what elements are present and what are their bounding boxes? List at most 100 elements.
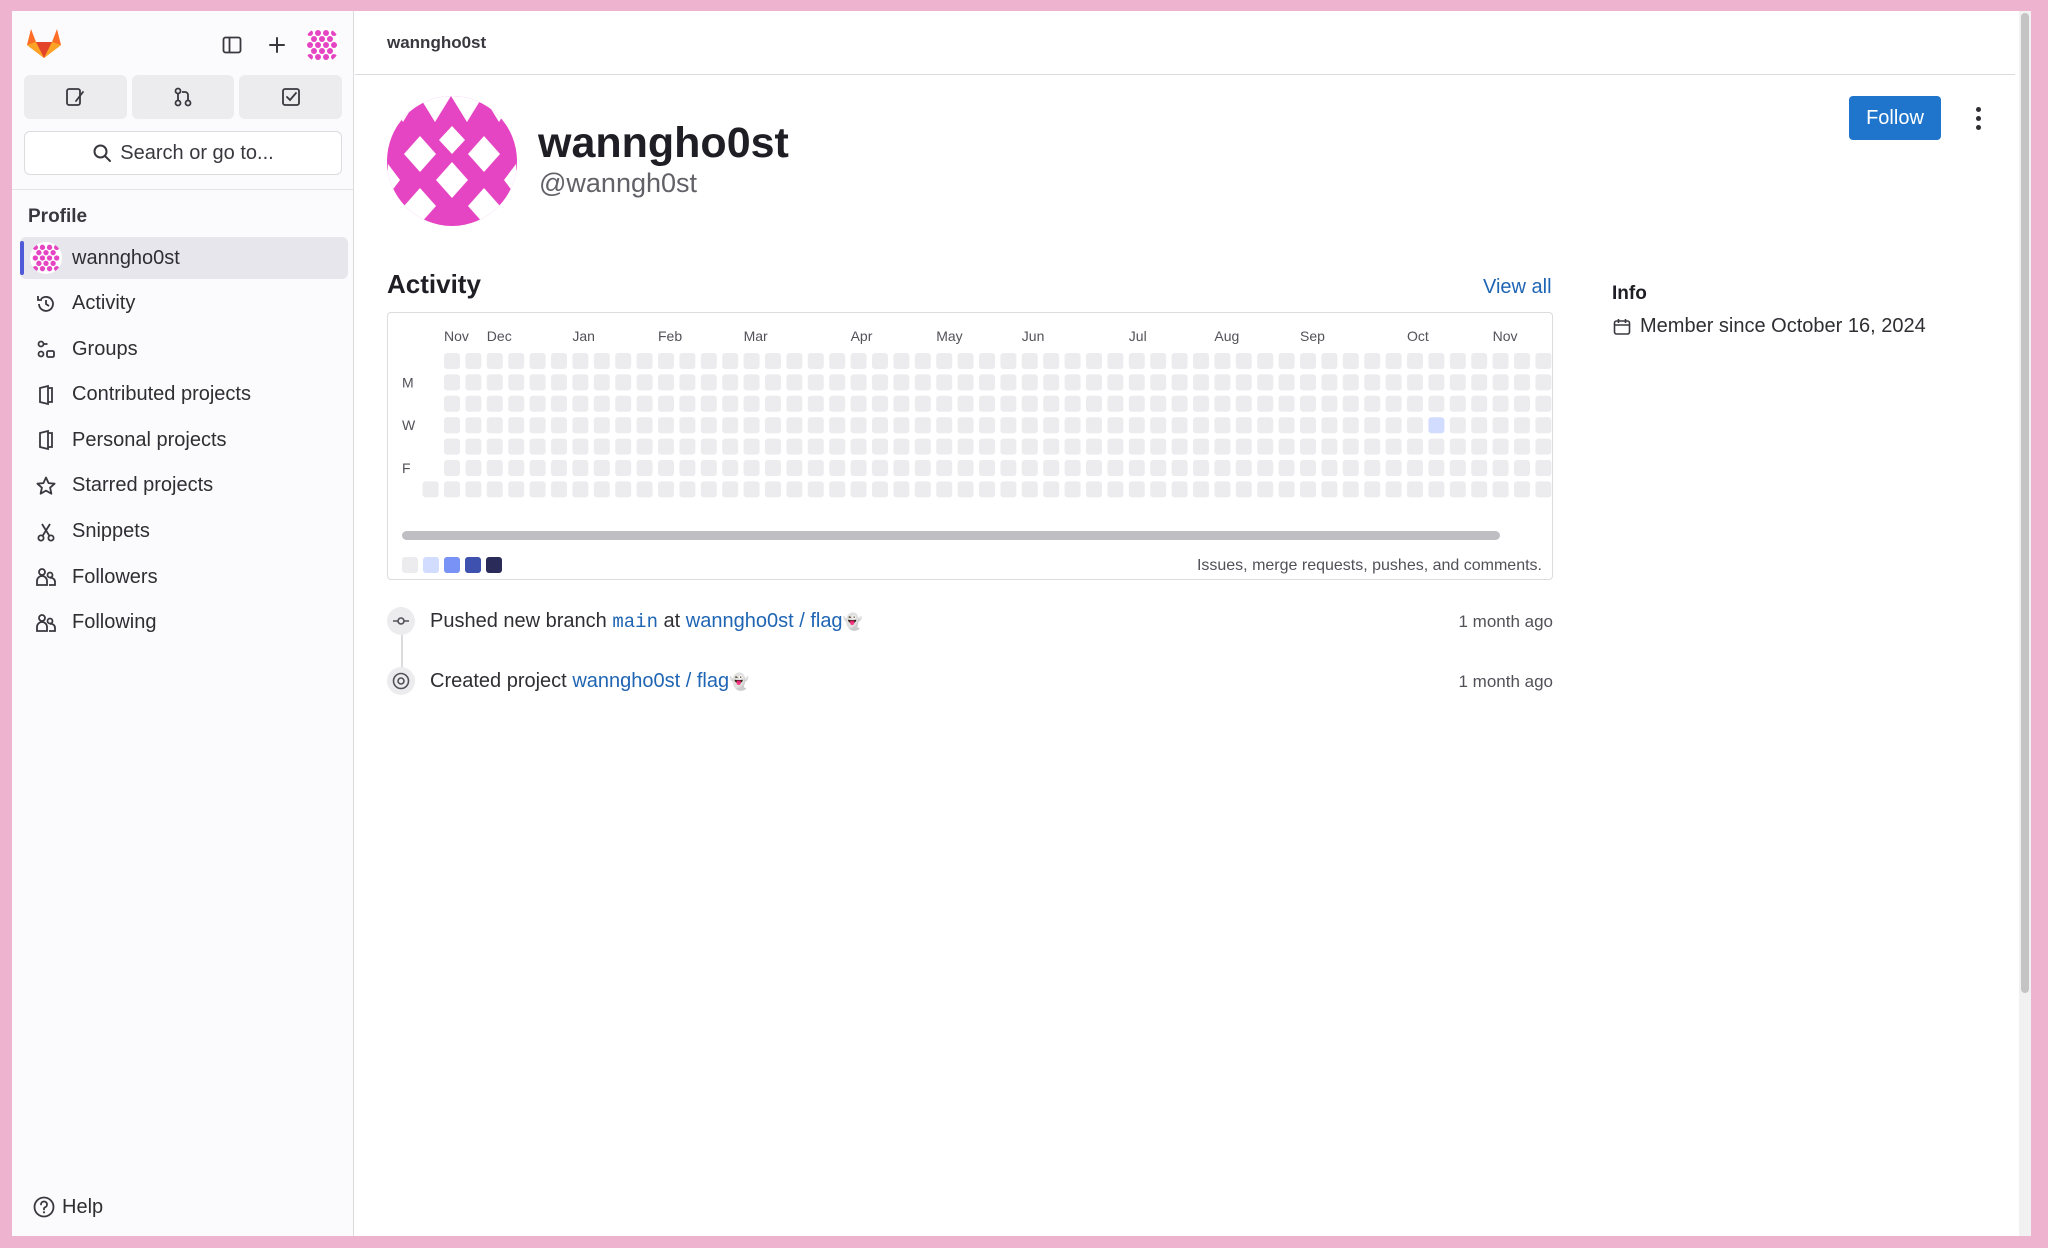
calendar-day-cell[interactable] bbox=[1514, 417, 1530, 434]
calendar-day-cell[interactable] bbox=[593, 395, 610, 412]
calendar-day-cell[interactable] bbox=[1514, 460, 1530, 476]
calendar-day-cell[interactable] bbox=[765, 417, 781, 434]
calendar-day-cell[interactable] bbox=[1278, 460, 1295, 476]
calendar-day-cell[interactable] bbox=[572, 417, 589, 434]
calendar-day-cell[interactable] bbox=[872, 417, 888, 434]
calendar-day-cell[interactable] bbox=[1321, 438, 1338, 455]
calendar-day-cell[interactable] bbox=[1150, 438, 1167, 455]
calendar-day-cell[interactable] bbox=[1514, 438, 1530, 455]
search-button[interactable]: Search or go to... bbox=[24, 131, 342, 175]
calendar-day-cell[interactable] bbox=[914, 374, 931, 391]
calendar-day-cell[interactable] bbox=[872, 374, 888, 391]
calendar-day-cell[interactable] bbox=[829, 460, 846, 476]
calendar-day-cell[interactable] bbox=[1171, 353, 1188, 369]
calendar-day-cell[interactable] bbox=[465, 353, 482, 369]
calendar-day-cell[interactable] bbox=[829, 438, 846, 455]
calendar-day-cell[interactable] bbox=[1235, 460, 1252, 476]
calendar-day-cell[interactable] bbox=[636, 353, 653, 369]
calendar-day-cell[interactable] bbox=[679, 481, 696, 498]
gitlab-logo-icon[interactable] bbox=[26, 25, 62, 59]
calendar-day-cell[interactable] bbox=[807, 417, 824, 434]
calendar-day-cell[interactable] bbox=[486, 481, 503, 498]
sidebar-item-profile[interactable]: wanngho0st bbox=[20, 237, 348, 279]
help-button[interactable]: Help bbox=[32, 1195, 103, 1219]
calendar-day-cell[interactable] bbox=[872, 395, 888, 412]
calendar-day-cell[interactable] bbox=[957, 395, 974, 412]
calendar-day-cell[interactable] bbox=[486, 438, 503, 455]
calendar-day-cell[interactable] bbox=[444, 374, 460, 391]
calendar-day-cell[interactable] bbox=[743, 460, 760, 476]
calendar-day-cell[interactable] bbox=[529, 481, 546, 498]
calendar-day-cell[interactable] bbox=[872, 460, 888, 476]
calendar-day-cell[interactable] bbox=[1214, 460, 1231, 476]
calendar-day-cell[interactable] bbox=[786, 417, 803, 434]
calendar-day-cell[interactable] bbox=[1385, 353, 1402, 369]
calendar-day-cell[interactable] bbox=[1385, 460, 1402, 476]
calendar-day-cell[interactable] bbox=[765, 395, 781, 412]
sidebar-item-followers[interactable]: Followers bbox=[20, 556, 348, 598]
calendar-day-cell[interactable] bbox=[422, 481, 439, 498]
calendar-day-cell[interactable] bbox=[1193, 353, 1209, 369]
calendar-day-cell[interactable] bbox=[1128, 374, 1145, 391]
calendar-day-cell[interactable] bbox=[1514, 395, 1530, 412]
calendar-day-cell[interactable] bbox=[957, 438, 974, 455]
calendar-day-cell[interactable] bbox=[1107, 353, 1124, 369]
calendar-day-cell[interactable] bbox=[636, 460, 653, 476]
calendar-day-cell[interactable] bbox=[914, 395, 931, 412]
calendar-day-cell[interactable] bbox=[1064, 460, 1081, 476]
calendar-day-cell[interactable] bbox=[1300, 374, 1316, 391]
calendar-day-cell[interactable] bbox=[1000, 481, 1017, 498]
calendar-day-cell[interactable] bbox=[508, 417, 525, 434]
calendar-day-cell[interactable] bbox=[1278, 374, 1295, 391]
calendar-day-cell[interactable] bbox=[1086, 395, 1102, 412]
calendar-day-cell[interactable] bbox=[786, 353, 803, 369]
calendar-day-cell[interactable] bbox=[1278, 353, 1295, 369]
calendar-day-cell[interactable] bbox=[700, 481, 717, 498]
calendar-day-cell[interactable] bbox=[850, 481, 867, 498]
calendar-day-cell[interactable] bbox=[1364, 460, 1381, 476]
calendar-day-cell[interactable] bbox=[722, 353, 739, 369]
calendar-day-cell[interactable] bbox=[700, 395, 717, 412]
sidebar-item-activity[interactable]: Activity bbox=[20, 283, 348, 325]
calendar-day-cell[interactable] bbox=[1193, 438, 1209, 455]
calendar-day-cell[interactable] bbox=[1471, 460, 1488, 476]
calendar-day-cell[interactable] bbox=[1342, 438, 1359, 455]
calendar-day-cell[interactable] bbox=[1064, 438, 1081, 455]
calendar-day-cell[interactable] bbox=[1235, 374, 1252, 391]
calendar-day-cell[interactable] bbox=[1300, 438, 1316, 455]
calendar-day-cell[interactable] bbox=[658, 374, 674, 391]
calendar-day-cell[interactable] bbox=[1364, 395, 1381, 412]
calendar-day-cell[interactable] bbox=[722, 417, 739, 434]
merge-requests-button[interactable] bbox=[131, 75, 235, 119]
calendar-day-cell[interactable] bbox=[1171, 374, 1188, 391]
calendar-day-cell[interactable] bbox=[786, 460, 803, 476]
calendar-day-cell[interactable] bbox=[679, 460, 696, 476]
calendar-day-cell[interactable] bbox=[872, 353, 888, 369]
calendar-day-cell[interactable] bbox=[979, 438, 995, 455]
calendar-day-cell[interactable] bbox=[1214, 395, 1231, 412]
calendar-day-cell[interactable] bbox=[444, 395, 460, 412]
calendar-day-cell[interactable] bbox=[1407, 460, 1423, 476]
calendar-day-cell[interactable] bbox=[486, 374, 503, 391]
calendar-day-cell[interactable] bbox=[893, 460, 910, 476]
calendar-day-cell[interactable] bbox=[1086, 438, 1102, 455]
calendar-scrollbar[interactable] bbox=[402, 531, 1500, 540]
calendar-day-cell[interactable] bbox=[1214, 481, 1231, 498]
calendar-day-cell[interactable] bbox=[1449, 481, 1466, 498]
calendar-day-cell[interactable] bbox=[1257, 353, 1274, 369]
calendar-day-cell[interactable] bbox=[658, 481, 674, 498]
calendar-day-cell[interactable] bbox=[1086, 353, 1102, 369]
calendar-day-cell[interactable] bbox=[1150, 481, 1167, 498]
calendar-day-cell[interactable] bbox=[700, 417, 717, 434]
calendar-day-cell[interactable] bbox=[807, 438, 824, 455]
calendar-day-cell[interactable] bbox=[551, 438, 567, 455]
calendar-day-cell[interactable] bbox=[1321, 460, 1338, 476]
calendar-day-cell[interactable] bbox=[936, 374, 953, 391]
calendar-day-cell[interactable] bbox=[1364, 438, 1381, 455]
calendar-day-cell[interactable] bbox=[936, 438, 953, 455]
calendar-day-cell[interactable] bbox=[444, 353, 460, 369]
calendar-day-cell[interactable] bbox=[1043, 374, 1060, 391]
calendar-day-cell[interactable] bbox=[957, 460, 974, 476]
calendar-day-cell[interactable] bbox=[1300, 460, 1316, 476]
calendar-day-cell[interactable] bbox=[743, 438, 760, 455]
